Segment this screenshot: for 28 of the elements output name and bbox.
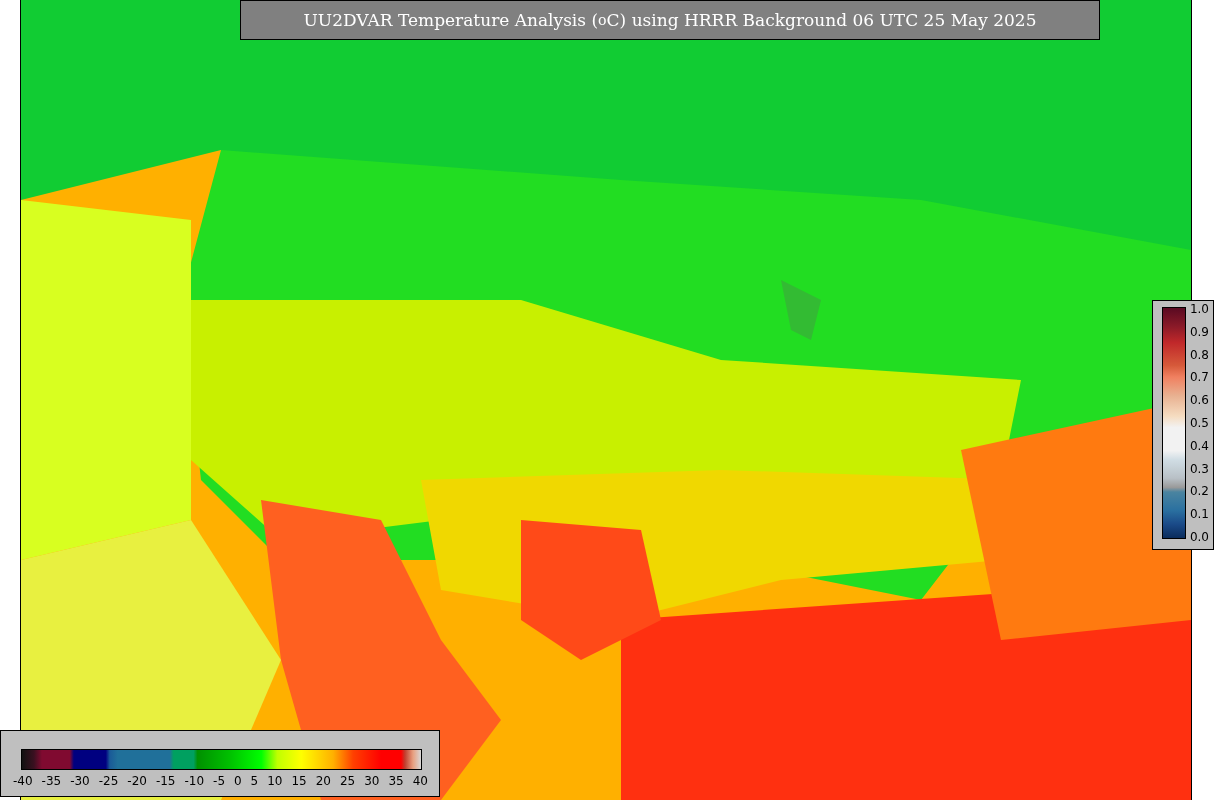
tick-label: 0.0 xyxy=(1189,530,1209,543)
tick-label: 0 xyxy=(234,775,242,787)
tick-label: -25 xyxy=(98,775,119,787)
tick-label: 35 xyxy=(388,775,404,787)
tick-label: 5 xyxy=(250,775,259,787)
tick-label: 30 xyxy=(364,775,380,787)
tick-label: 0.5 xyxy=(1189,417,1209,429)
tick-label: -30 xyxy=(70,775,90,787)
tick-label: 20 xyxy=(315,775,331,787)
tick-label: -10 xyxy=(184,775,205,787)
tick-label: -40 xyxy=(13,775,33,787)
tick-label: -5 xyxy=(213,775,225,787)
tick-label: -15 xyxy=(155,775,176,787)
tick-label: 40 xyxy=(412,775,428,787)
tick-label: 25 xyxy=(339,775,356,787)
tick-label: 0.9 xyxy=(1189,325,1209,338)
tick-label: 0.4 xyxy=(1189,439,1209,452)
tick-label: 10 xyxy=(267,775,283,787)
tick-label: 0.3 xyxy=(1189,462,1209,475)
tick-label: 0.6 xyxy=(1189,394,1209,407)
tick-label: -35 xyxy=(41,775,62,787)
tick-label: 0.1 xyxy=(1189,508,1209,521)
tick-label: 0.2 xyxy=(1189,485,1209,498)
tick-label: 0.8 xyxy=(1189,348,1209,361)
tick-label: -20 xyxy=(127,775,147,787)
tick-label: 1.0 xyxy=(1189,303,1209,315)
tick-label: 0.7 xyxy=(1189,371,1209,384)
tick-label: 15 xyxy=(291,775,307,787)
